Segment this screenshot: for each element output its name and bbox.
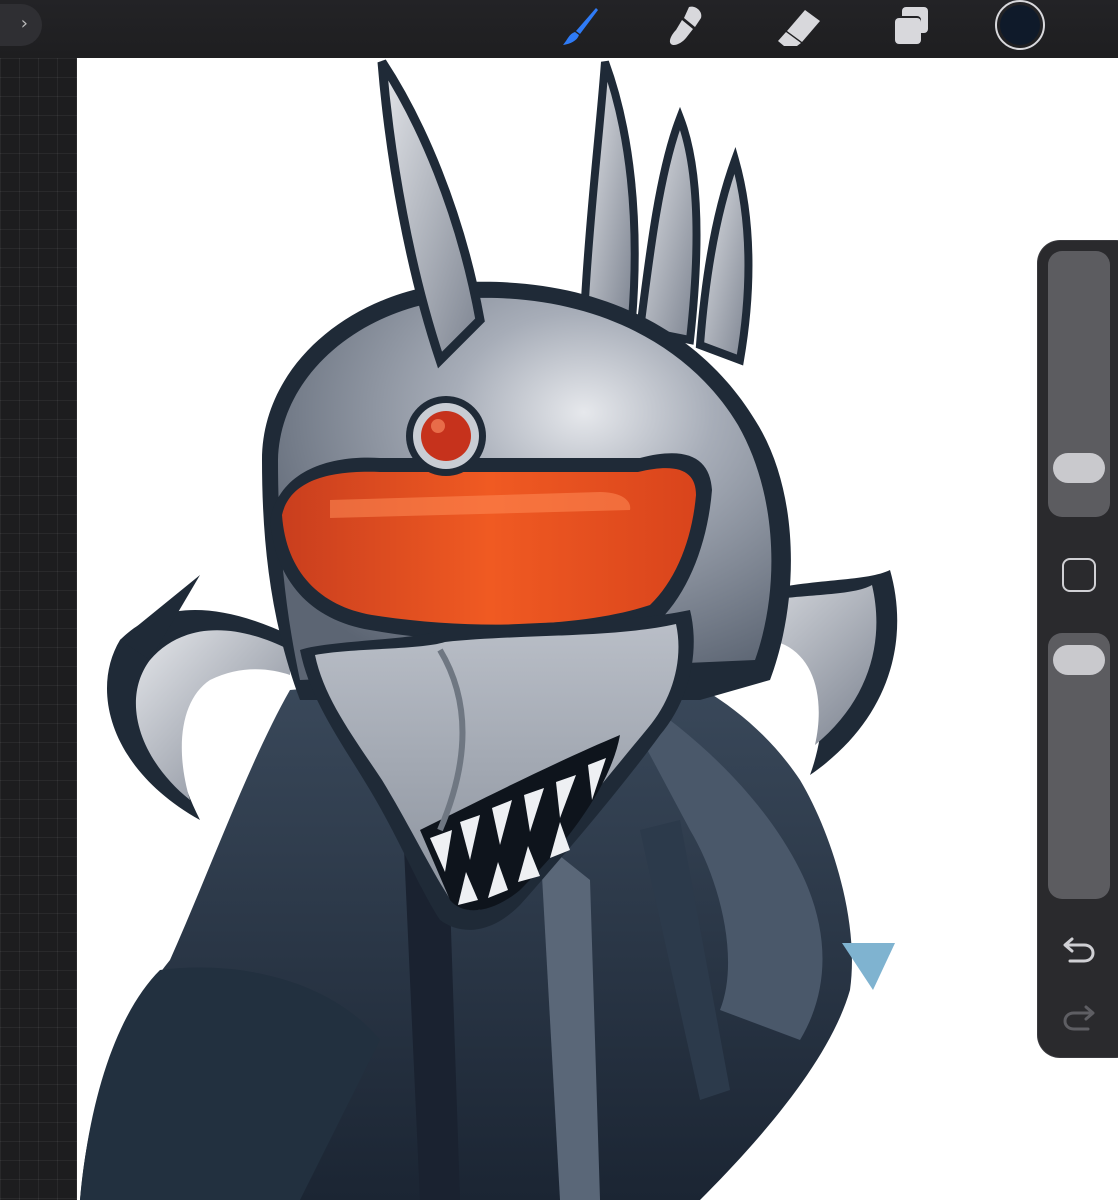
brush-size-handle[interactable]	[1053, 452, 1105, 483]
smudge-icon	[669, 6, 702, 46]
gallery-button[interactable]: ›	[0, 4, 42, 46]
eraser-icon	[778, 10, 820, 46]
brush-size-slider[interactable]	[1048, 251, 1110, 517]
redo-button[interactable]	[1056, 995, 1102, 1041]
undo-icon	[1063, 937, 1095, 963]
sidebar-panel	[1038, 241, 1118, 1057]
opacity-slider[interactable]	[1048, 633, 1110, 899]
chevron-icon: ›	[20, 13, 28, 34]
layers-tool[interactable]	[886, 4, 934, 48]
workspace-background	[0, 58, 77, 1200]
modify-button[interactable]	[1062, 558, 1096, 592]
artwork	[80, 59, 898, 1200]
layers-icon	[893, 7, 928, 45]
brush-tool[interactable]	[556, 4, 604, 48]
eraser-tool[interactable]	[775, 4, 823, 48]
smudge-tool[interactable]	[664, 4, 712, 48]
brush-icon	[563, 8, 598, 45]
drawing-canvas[interactable]	[77, 58, 1118, 1200]
color-picker[interactable]	[995, 0, 1045, 50]
top-toolbar: ›	[0, 0, 1118, 58]
opacity-handle[interactable]	[1053, 644, 1105, 675]
current-color-swatch	[1000, 5, 1040, 45]
undo-button[interactable]	[1056, 927, 1102, 973]
redo-icon	[1063, 1005, 1095, 1031]
